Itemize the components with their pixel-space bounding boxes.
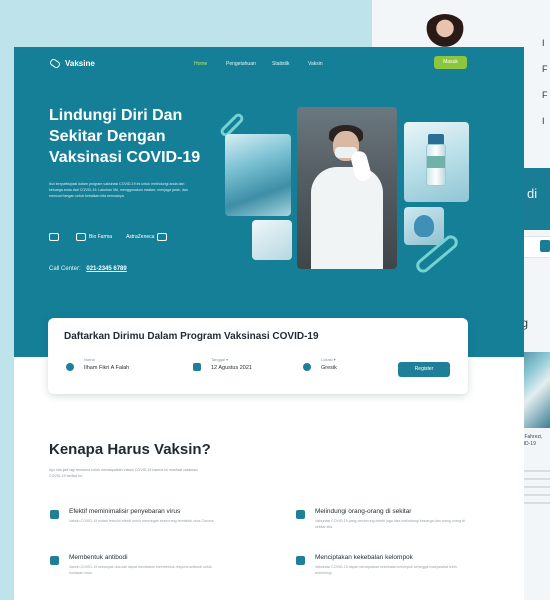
- vaccine-vial-photo: [404, 122, 469, 202]
- biofarma-logo-icon: [76, 233, 86, 241]
- partner-logos: Bio Farma AstraZeneca: [49, 233, 168, 241]
- community-icon: [296, 556, 305, 565]
- people-icon: [296, 510, 305, 519]
- name-field-value[interactable]: Ilham Fikri A Falah: [84, 365, 129, 371]
- shield-icon: [50, 510, 59, 519]
- landing-page: Vaksine Home Pengetahuan Statistik Vaksi…: [14, 47, 524, 600]
- benefit-title: Membentuk antibodi: [69, 554, 128, 561]
- hero-title-line: Sekitar Dengan: [49, 128, 166, 145]
- navbar: Vaksine Home Pengetahuan Statistik Vaksi…: [14, 47, 524, 81]
- location-field-value[interactable]: Gresik: [321, 365, 337, 371]
- partner-kemenkes: [49, 233, 62, 241]
- antibody-icon: [50, 556, 59, 565]
- astrazeneca-logo-icon: [157, 233, 168, 241]
- name-field-label: Nama: [84, 357, 95, 362]
- profile-photo: [424, 14, 466, 50]
- kemenkes-logo-icon: [49, 233, 59, 241]
- call-center: Call Center: 021-2345 6789: [49, 266, 127, 272]
- hands-photo: [252, 220, 292, 260]
- benefit-description: Vaksin COVID-19 sudah terbukti efektif u…: [69, 519, 215, 523]
- background-teal-button: [540, 240, 550, 252]
- benefit-description: Vaksinasi COVID-19 yang cenderung efekti…: [315, 519, 465, 529]
- date-field-value[interactable]: 12 Agustus 2021: [211, 365, 252, 371]
- nav-vaksin[interactable]: Vaksin: [308, 61, 323, 67]
- user-icon: [66, 363, 74, 371]
- date-field-label: Tanggal ▾: [211, 357, 229, 362]
- logo-text: Vaksine: [65, 59, 95, 68]
- call-center-number[interactable]: 021-2345 6789: [86, 266, 126, 272]
- nav-home[interactable]: Home: [194, 61, 207, 67]
- partner-biofarma: Bio Farma: [76, 233, 112, 241]
- partner-astrazeneca: AstraZeneca: [126, 233, 168, 241]
- benefit-description: Vaksinasi COVID-19 dapat menciptakan kek…: [315, 565, 457, 575]
- calendar-icon: [193, 363, 201, 371]
- hero-section: Vaksine Home Pengetahuan Statistik Vaksi…: [14, 47, 524, 357]
- register-button[interactable]: Register: [398, 362, 450, 377]
- login-button[interactable]: Masuk: [434, 56, 467, 69]
- hero-description: Ikut berpartisipasi dalam program vaksin…: [49, 182, 188, 198]
- benefit-title: Efektif meminimalisir penyebaran virus: [69, 508, 181, 515]
- glove-photo: [404, 207, 444, 245]
- nav-statistik[interactable]: Statistik: [272, 61, 290, 67]
- name-field[interactable]: Nama Ilham Fikri A Falah: [66, 357, 129, 371]
- lab-photo: [225, 134, 291, 216]
- benefit-title: Menciptakan kekebalan kelompok: [315, 554, 413, 561]
- logo[interactable]: Vaksine: [50, 58, 95, 69]
- doctor-photo: [297, 107, 397, 269]
- background-fragment-letters: IFFI: [542, 38, 548, 126]
- date-field[interactable]: Tanggal ▾ 12 Agustus 2021: [193, 357, 252, 371]
- benefit-description: Vaksin COVID-19 sebanyak dua kali dapat …: [69, 565, 212, 575]
- registration-title: Daftarkan Dirimu Dalam Program Vaksinasi…: [64, 331, 319, 342]
- location-pin-icon: [303, 363, 311, 371]
- hero-title-line: Vaksinasi COVID-19: [49, 149, 201, 166]
- location-field-label: Lokasi ▾: [321, 357, 336, 362]
- hero-title-line: Lindungi Diri Dan: [49, 107, 183, 124]
- registration-card: Daftarkan Dirimu Dalam Program Vaksinasi…: [48, 318, 468, 394]
- why-vaccine-title: Kenapa Harus Vaksin?: [49, 441, 211, 458]
- hero-title: Lindungi Diri Dan Sekitar Dengan Vaksina…: [49, 105, 229, 168]
- benefit-title: Melindungi orang-orang di sekitar: [315, 508, 412, 515]
- vaccine-logo-icon: [50, 58, 61, 69]
- nav-pengetahuan[interactable]: Pengetahuan: [226, 61, 256, 67]
- why-vaccine-description: Ayo kita jadi lagi terutama untuk mendap…: [49, 468, 198, 478]
- location-field[interactable]: Lokasi ▾ Gresik: [303, 357, 337, 371]
- call-center-label: Call Center:: [49, 266, 81, 272]
